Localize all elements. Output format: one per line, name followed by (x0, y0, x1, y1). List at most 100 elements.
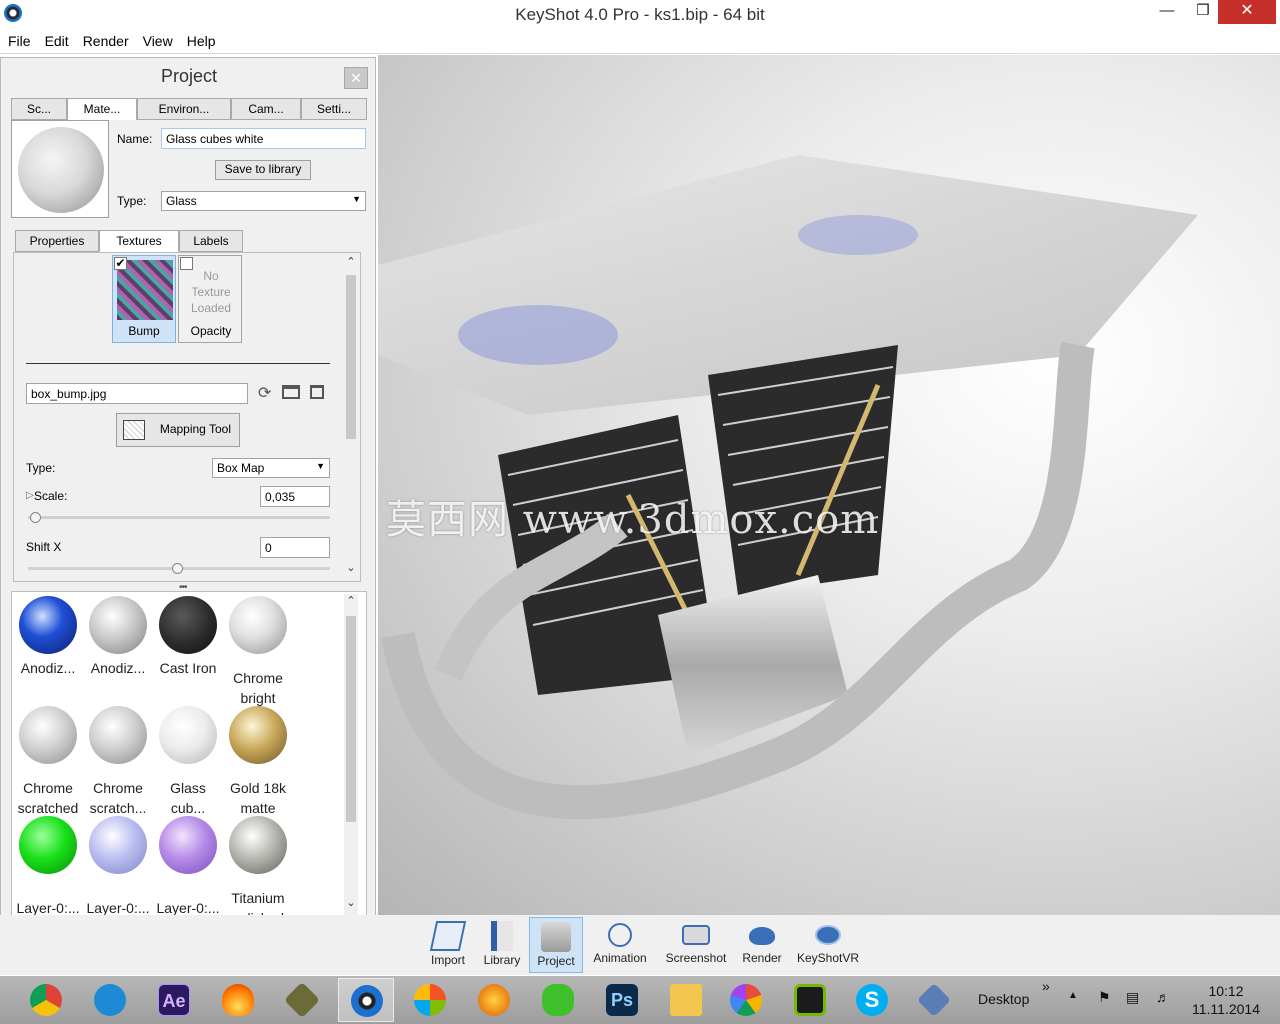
rendered-scene (378, 155, 1198, 820)
toolbar-chevron-icon[interactable]: » (1042, 978, 1050, 994)
mapping-tool-button[interactable]: Mapping Tool (116, 413, 240, 447)
render-button[interactable]: Render (738, 917, 786, 973)
scroll-down-icon[interactable]: ⌄ (344, 896, 358, 909)
scroll-thumb[interactable] (346, 275, 356, 439)
material-ball (89, 706, 147, 764)
animation-button[interactable]: Animation (588, 917, 652, 973)
taskbar-picasa[interactable] (718, 978, 774, 1022)
volume-icon[interactable]: ♬ (1156, 989, 1170, 1005)
shift-x-input[interactable]: 0 (260, 537, 330, 558)
no-texture-line-3: Loaded (190, 301, 232, 315)
library-material[interactable]: Layer-0:... (14, 816, 82, 918)
menu-edit[interactable]: Edit (37, 30, 75, 49)
textures-scrollbar[interactable]: ⌃ ⌄ (344, 255, 358, 579)
menu-help[interactable]: Help (179, 30, 222, 49)
bump-texture-slot[interactable]: ✔ Bump (112, 255, 176, 343)
map-type-label: Type: (26, 461, 56, 475)
library-material[interactable]: Chrome scratched (14, 706, 82, 818)
library-material[interactable]: Chrome scratch... (84, 706, 152, 818)
project-button[interactable]: Project (529, 917, 583, 973)
material-name-input[interactable]: Glass cubes white (161, 128, 366, 149)
reload-icon[interactable]: ⟳ (258, 383, 271, 403)
tab-settings[interactable]: Setti... (301, 98, 367, 120)
tab-textures[interactable]: Textures (99, 230, 179, 252)
material-preview[interactable] (11, 120, 109, 218)
scroll-thumb[interactable] (346, 616, 356, 822)
opacity-texture-slot[interactable]: No Texture Loaded Opacity (178, 255, 242, 343)
library-scrollbar[interactable]: ⌃ ⌄ (344, 594, 358, 916)
scale-input[interactable]: 0,035 (260, 486, 330, 507)
panel-close-button[interactable]: ✕ (344, 67, 368, 89)
material-type-value: Glass (166, 194, 197, 208)
library-material[interactable]: Titanium polished (224, 816, 292, 918)
taskbar-frog-app[interactable] (530, 978, 586, 1022)
library-material[interactable]: Layer-0:... (154, 816, 222, 918)
save-to-library-button[interactable]: Save to library (215, 160, 311, 180)
scroll-down-icon[interactable]: ⌄ (344, 561, 358, 574)
map-type-select[interactable]: Box Map ▼ (212, 458, 330, 478)
scroll-up-icon[interactable]: ⌃ (344, 255, 358, 268)
taskbar-keyshot[interactable] (338, 978, 394, 1022)
windows-logo-icon (414, 984, 446, 1016)
taskbar-photoshop[interactable]: Ps (594, 978, 650, 1022)
minimize-button[interactable]: — (1150, 0, 1184, 24)
tab-camera[interactable]: Cam... (231, 98, 301, 120)
taskbar-file-explorer[interactable] (658, 978, 714, 1022)
library-material[interactable]: Gold 18k matte (224, 706, 292, 818)
library-material[interactable]: Anodiz... (84, 596, 152, 678)
taskbar-skype[interactable]: S (844, 978, 900, 1022)
trash-icon[interactable] (310, 385, 324, 399)
library-material[interactable]: Chrome bright (224, 596, 292, 708)
library-button[interactable]: Library (478, 917, 526, 973)
tab-material[interactable]: Mate... (67, 98, 137, 121)
material-type-select[interactable]: Glass ▼ (161, 191, 366, 211)
menu-render[interactable]: Render (75, 30, 135, 49)
library-material[interactable]: Anodiz... (14, 596, 82, 678)
library-material[interactable]: Glass cub... (154, 706, 222, 818)
texture-file-input[interactable]: box_bump.jpg (26, 383, 248, 404)
taskbar-app-5[interactable] (274, 978, 330, 1022)
show-hidden-icons-icon[interactable]: ▲ (1068, 990, 1078, 1001)
tab-labels[interactable]: Labels (179, 230, 243, 252)
material-name: Anodiz... (90, 660, 146, 676)
system-clock[interactable]: 10:12 11.11.2014 (1186, 982, 1266, 1018)
screenshot-button[interactable]: Screenshot (660, 917, 732, 973)
tab-properties[interactable]: Properties (15, 230, 99, 252)
library-material[interactable]: Layer-0:... (84, 816, 152, 918)
picasa-icon (730, 984, 762, 1016)
keyshotvr-button[interactable]: KeyShotVR (794, 917, 862, 973)
tab-environment[interactable]: Environ... (137, 98, 231, 120)
import-button[interactable]: Import (424, 917, 472, 973)
taskbar-nvidia[interactable] (782, 978, 838, 1022)
taskbar-flame-app[interactable] (210, 978, 266, 1022)
taskbar-internet-explorer[interactable] (82, 978, 138, 1022)
folder-icon[interactable] (282, 385, 300, 399)
taskbar-stamp-app[interactable] (466, 978, 522, 1022)
bump-checkbox[interactable]: ✔ (114, 257, 127, 270)
action-center-flag-icon[interactable]: ⚑ (1098, 989, 1111, 1006)
taskbar-chess-app[interactable] (906, 978, 962, 1022)
taskbar-after-effects[interactable]: Ae (146, 978, 202, 1022)
close-button[interactable]: ✕ (1218, 0, 1276, 24)
menu-view[interactable]: View (135, 30, 179, 49)
scale-slider-track[interactable] (28, 516, 330, 519)
scale-slider-knob[interactable] (30, 512, 41, 523)
taskbar-chrome[interactable] (18, 978, 74, 1022)
network-icon[interactable]: ▤ (1126, 989, 1139, 1006)
scroll-up-icon[interactable]: ⌃ (344, 594, 358, 607)
no-texture-line-1: No (203, 269, 219, 283)
expand-arrow-icon[interactable]: ▷ (26, 490, 34, 501)
blue-reflection (458, 305, 618, 365)
shift-x-slider-knob[interactable] (172, 563, 183, 574)
desktop-toolbar-label[interactable]: Desktop (978, 991, 1029, 1007)
dropdown-arrow-icon: ▼ (352, 194, 361, 204)
maximize-button[interactable]: ❒ (1186, 0, 1220, 24)
after-effects-icon: Ae (158, 984, 190, 1016)
menu-file[interactable]: File (0, 30, 37, 49)
taskbar-windows-media[interactable] (402, 978, 458, 1022)
material-ball (19, 816, 77, 874)
tab-scene[interactable]: Sc... (11, 98, 67, 120)
material-ball (229, 706, 287, 764)
render-viewport[interactable]: 莫西网 www.3dmox.com (378, 55, 1280, 915)
library-material[interactable]: Cast Iron (154, 596, 222, 678)
